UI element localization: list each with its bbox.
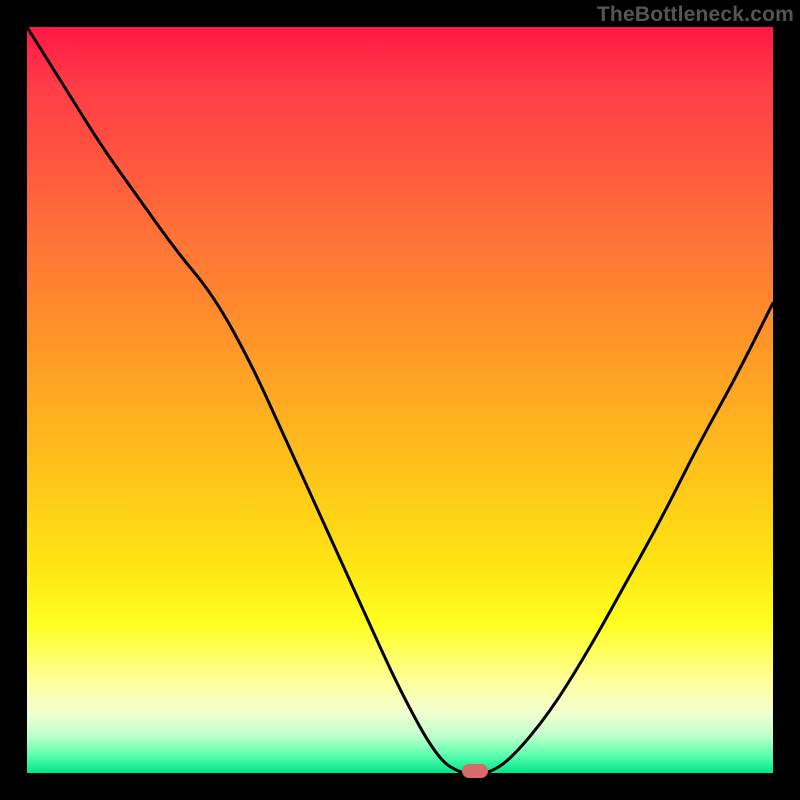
- chart-frame: TheBottleneck.com: [0, 0, 800, 800]
- watermark-text: TheBottleneck.com: [597, 3, 794, 27]
- optimal-marker: [462, 764, 488, 778]
- bottleneck-curve: [27, 27, 773, 773]
